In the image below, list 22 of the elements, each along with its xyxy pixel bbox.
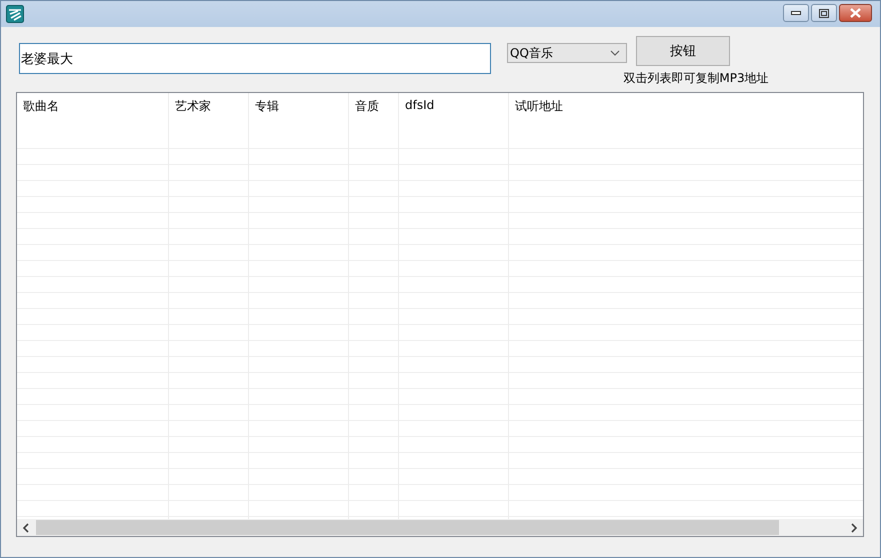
column-header[interactable]: 音质 [349, 93, 398, 121]
hint-text: 双击列表即可复制MP3地址 [623, 70, 769, 87]
chevron-down-icon [610, 50, 620, 56]
scroll-left-icon[interactable] [22, 522, 30, 532]
close-icon [850, 8, 861, 18]
column-header[interactable]: 试听地址 [509, 93, 863, 121]
app-icon [6, 5, 24, 23]
column-header[interactable]: 歌曲名 [17, 93, 168, 121]
column-header[interactable]: dfsId [399, 93, 508, 121]
close-button[interactable] [839, 4, 872, 22]
restore-icon [819, 8, 829, 18]
maximize-button[interactable] [811, 4, 837, 22]
scroll-right-icon[interactable] [850, 522, 858, 532]
column-header[interactable]: 艺术家 [169, 93, 248, 121]
column-header[interactable]: 专辑 [249, 93, 348, 121]
scrollbar-thumb[interactable] [36, 520, 780, 535]
action-button[interactable]: 按钮 [636, 36, 730, 66]
search-field[interactable]: 老婆最大 [19, 43, 491, 74]
minimize-button[interactable] [783, 4, 809, 22]
source-dropdown[interactable]: QQ音乐 [507, 43, 627, 63]
minimize-icon [791, 11, 801, 15]
horizontal-scrollbar[interactable] [17, 519, 863, 536]
